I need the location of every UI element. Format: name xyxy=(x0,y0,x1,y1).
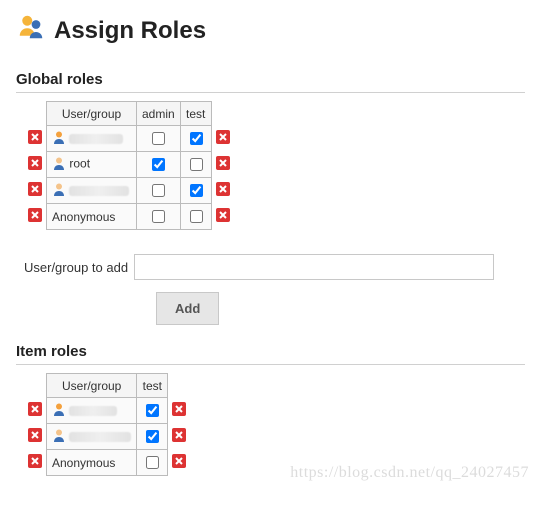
user-name-blurred xyxy=(69,406,117,416)
page-title-text: Assign Roles xyxy=(54,17,206,45)
user-male-icon xyxy=(52,156,66,173)
watermark: https://blog.csdn.net/qq_24027457 xyxy=(290,464,529,482)
table-row: Anonymous xyxy=(24,450,190,476)
global-roles-table: User/group admin test root xyxy=(24,101,234,230)
col-test: test xyxy=(137,374,168,398)
delete-icon[interactable] xyxy=(28,402,42,419)
checkbox-test[interactable] xyxy=(190,158,203,171)
user-name: Anonymous xyxy=(52,210,115,224)
delete-icon[interactable] xyxy=(28,182,42,199)
add-user-row: User/group to add xyxy=(24,254,525,280)
table-row xyxy=(24,424,190,450)
checkbox-test[interactable] xyxy=(146,404,159,417)
delete-icon[interactable] xyxy=(28,130,42,147)
checkbox-admin[interactable] xyxy=(152,132,165,145)
delete-icon[interactable] xyxy=(172,428,186,445)
table-row xyxy=(24,398,190,424)
checkbox-test[interactable] xyxy=(146,430,159,443)
col-user-group: User/group xyxy=(47,102,137,126)
col-user-group: User/group xyxy=(47,374,137,398)
user-female-icon xyxy=(52,402,66,419)
delete-icon[interactable] xyxy=(216,130,230,147)
user-name: Anonymous xyxy=(52,456,115,470)
checkbox-admin[interactable] xyxy=(152,210,165,223)
add-user-label: User/group to add xyxy=(24,260,128,275)
user-male-icon xyxy=(52,428,66,445)
page-title: Assign Roles xyxy=(16,12,525,49)
table-row: Anonymous xyxy=(24,204,234,230)
global-roles-heading: Global roles xyxy=(16,71,525,93)
user-name-blurred xyxy=(69,186,129,196)
item-roles-heading: Item roles xyxy=(16,343,525,365)
col-admin: admin xyxy=(137,102,181,126)
delete-icon[interactable] xyxy=(216,208,230,225)
col-test: test xyxy=(180,102,211,126)
delete-icon[interactable] xyxy=(28,208,42,225)
delete-icon[interactable] xyxy=(28,156,42,173)
checkbox-admin[interactable] xyxy=(152,184,165,197)
user-name-blurred xyxy=(69,432,131,442)
add-user-input[interactable] xyxy=(134,254,494,280)
checkbox-admin[interactable] xyxy=(152,158,165,171)
user-female-icon xyxy=(52,130,66,147)
delete-icon[interactable] xyxy=(216,156,230,173)
users-icon xyxy=(16,12,46,49)
delete-icon[interactable] xyxy=(216,182,230,199)
user-male-icon xyxy=(52,182,66,199)
add-button[interactable]: Add xyxy=(156,292,219,325)
checkbox-test[interactable] xyxy=(190,210,203,223)
checkbox-test[interactable] xyxy=(190,132,203,145)
delete-icon[interactable] xyxy=(172,454,186,471)
table-row: root xyxy=(24,152,234,178)
user-name-blurred xyxy=(69,134,123,144)
delete-icon[interactable] xyxy=(172,402,186,419)
user-name: root xyxy=(69,157,90,171)
delete-icon[interactable] xyxy=(28,428,42,445)
delete-icon[interactable] xyxy=(28,454,42,471)
table-row xyxy=(24,126,234,152)
checkbox-test[interactable] xyxy=(190,184,203,197)
table-row xyxy=(24,178,234,204)
item-roles-table: User/group test Anonymous xyxy=(24,373,190,476)
checkbox-test[interactable] xyxy=(146,456,159,469)
